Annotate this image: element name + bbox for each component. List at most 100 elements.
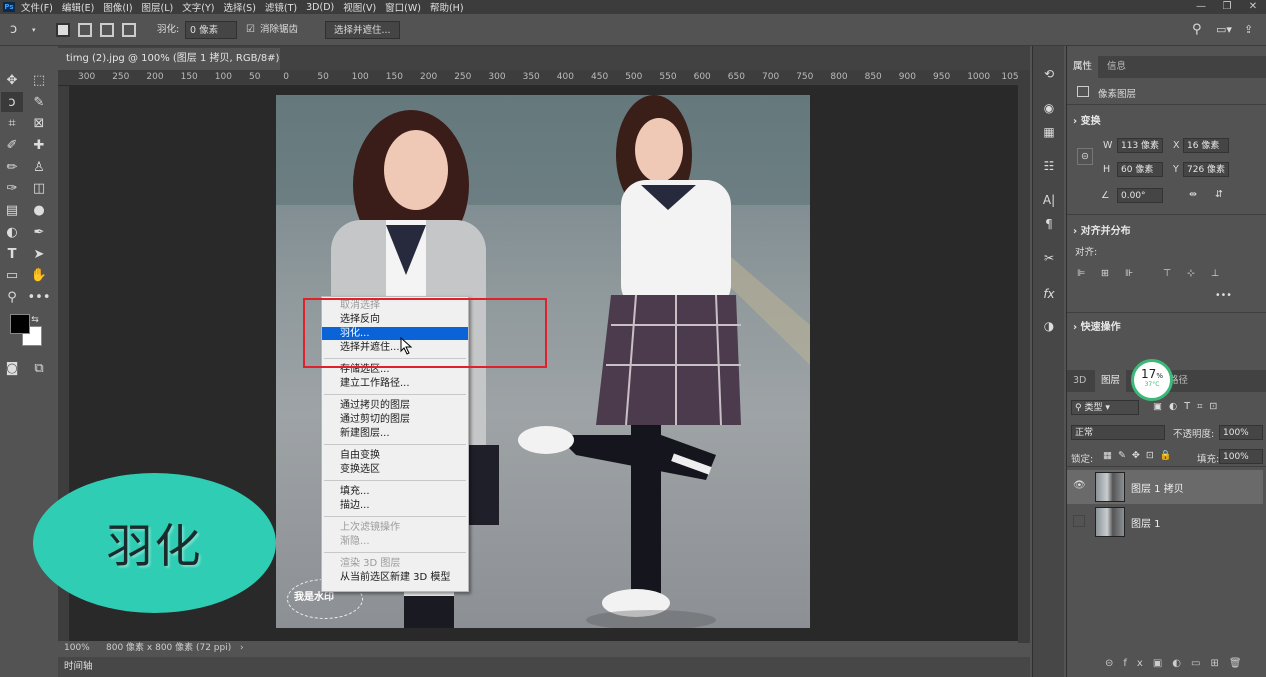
quick-actions-title[interactable]: › 快速操作 [1073,318,1121,333]
quick-mask-icon[interactable]: ◙ [1,358,23,378]
tab-info[interactable]: 信息 [1101,56,1132,78]
dodge-tool-icon[interactable]: ◐ [1,222,23,242]
hand-tool-icon[interactable]: ✋ [28,265,50,285]
document-tab[interactable]: timg (2).jpg @ 100% (图层 1 拷贝, RGB/8#) * … [58,48,280,86]
y-input[interactable]: 726 像素 [1183,162,1229,177]
menu-view[interactable]: 视图(V) [343,0,376,14]
more-options-icon[interactable]: ••• [1215,290,1232,301]
flip-vertical-icon[interactable]: ⇵ [1215,189,1223,200]
context-menu-item[interactable]: 变换选区 [322,463,468,476]
antialias-checkbox[interactable]: ☑ [246,21,255,39]
move-tool-icon[interactable]: ✥ [1,70,23,90]
healing-brush-icon[interactable]: ✚ [28,135,50,155]
menu-edit[interactable]: 编辑(E) [62,0,94,14]
type-tool-icon[interactable]: T [1,244,23,264]
menu-3d[interactable]: 3D(D) [306,2,334,13]
quick-selection-icon[interactable]: ✎ [28,92,50,112]
lasso-tool-icon[interactable]: ↄ [1,92,23,112]
status-arrow-icon[interactable]: › [240,641,244,655]
history-brush-icon[interactable]: ✑ [1,178,23,198]
close-window-button[interactable]: ✕ [1240,0,1266,14]
menu-help[interactable]: 帮助(H) [430,0,464,14]
menu-type[interactable]: 文字(Y) [182,0,214,14]
context-menu-item[interactable]: 通过剪切的图层 [322,413,468,426]
tool-preset-dropdown-icon[interactable]: ▾ [32,21,36,39]
intersect-selection-icon[interactable] [122,23,136,37]
timeline-panel[interactable]: 时间轴 [58,657,1030,677]
path-selection-icon[interactable]: ➤ [28,244,50,264]
link-icon[interactable]: ⊝ [1077,148,1093,165]
gradient-tool-icon[interactable]: ▤ [1,200,23,220]
context-menu-item[interactable]: 新建图层... [322,427,468,440]
more-tools-icon[interactable]: ••• [28,287,51,307]
rectangle-tool-icon[interactable]: ▭ [1,265,23,285]
layers-footer-icons[interactable]: ⊝fx▣◐▭⊞🗑 [1067,658,1266,677]
context-menu-item[interactable]: 建立工作路径... [322,377,468,390]
blur-tool-icon[interactable]: ● [28,200,50,220]
height-input[interactable]: 60 像素 [1117,162,1163,177]
align-top-icon[interactable]: ⊤ [1163,268,1171,279]
character-panel-icon[interactable]: A| [1039,190,1059,210]
restore-button[interactable]: ❐ [1214,0,1240,14]
zoom-level[interactable]: 100% [64,641,90,655]
eyedropper-icon[interactable]: ✐ [1,135,23,155]
opacity-input[interactable]: 100% [1219,425,1263,440]
x-input[interactable]: 16 像素 [1183,138,1229,153]
feather-input[interactable]: 0 像素 [185,21,237,39]
menu-file[interactable]: 文件(F) [21,0,53,14]
align-right-icon[interactable]: ⊪ [1125,268,1133,279]
tab-layers[interactable]: 图层 [1095,370,1127,392]
transform-section-title[interactable]: › 变换 [1073,112,1101,127]
vertical-scrollbar[interactable] [1018,70,1030,643]
context-menu-item[interactable]: 从当前选区新建 3D 模型 [322,571,468,584]
frame-tool-icon[interactable]: ⊠ [28,113,50,133]
lasso-tool-icon[interactable]: ↄ [10,21,17,39]
screen-mode-icon[interactable]: ⧉ [28,358,50,378]
menu-image[interactable]: 图像(I) [103,0,132,14]
workspace-icon[interactable]: ▭▾ [1216,21,1232,39]
align-vcenter-icon[interactable]: ⊹ [1187,268,1195,279]
align-hcenter-icon[interactable]: ⊞ [1101,268,1109,279]
tab-3d[interactable]: 3D [1067,370,1092,392]
visibility-toggle[interactable] [1073,515,1085,527]
lock-icons[interactable]: ▦✎✥⊡🔒 [1103,450,1178,461]
share-icon[interactable]: ⇪ [1244,21,1253,39]
zoom-tool-icon[interactable]: ⚲ [1,287,23,307]
subtract-selection-icon[interactable] [100,23,114,37]
swatches-panel-icon[interactable]: ▦ [1039,122,1059,142]
fill-input[interactable]: 100% [1219,449,1263,464]
pen-tool-icon[interactable]: ✒ [28,222,50,242]
layer-filter-dropdown[interactable]: ⚲ 类型 ▾ [1071,400,1139,415]
layer-row-base[interactable]: 图层 1 [1067,505,1263,539]
angle-input[interactable]: 0.00° [1117,188,1163,203]
menu-layer[interactable]: 图层(L) [142,0,174,14]
align-left-icon[interactable]: ⊫ [1077,268,1085,279]
foreground-color-swatch[interactable] [10,314,30,334]
timeline-tab[interactable]: 时间轴 [64,661,93,672]
paragraph-panel-icon[interactable]: ¶ [1039,214,1059,234]
new-selection-icon[interactable] [56,23,70,37]
marquee-tool-icon[interactable]: ⬚ [28,70,50,90]
select-and-mask-button[interactable]: 选择并遮住... [325,21,400,39]
tab-properties[interactable]: 属性 [1067,56,1099,78]
libraries-panel-icon[interactable]: ☷ [1039,156,1059,176]
eraser-icon[interactable]: ◫ [28,178,50,198]
visibility-eye-icon[interactable]: 👁 [1073,480,1086,492]
clone-stamp-icon[interactable]: ♙ [28,157,50,177]
context-menu-item[interactable]: 通过拷贝的图层 [322,399,468,412]
brush-tool-icon[interactable]: ✏ [1,157,23,177]
search-icon[interactable]: ⚲ [1192,21,1202,39]
swap-colors-icon[interactable]: ⇆ [28,310,42,330]
menu-window[interactable]: 窗口(W) [385,0,421,14]
tools-panel-icon[interactable]: ✂ [1039,248,1059,268]
history-panel-icon[interactable]: ⟲ [1039,64,1059,84]
adjustments-panel-icon[interactable]: ◑ [1039,316,1059,336]
align-bottom-icon[interactable]: ⊥ [1211,268,1219,279]
add-selection-icon[interactable] [78,23,92,37]
flip-horizontal-icon[interactable]: ⇹ [1189,189,1197,200]
context-menu-item[interactable]: 描边... [322,499,468,512]
minimize-button[interactable]: — [1188,0,1214,14]
menu-select[interactable]: 选择(S) [223,0,255,14]
width-input[interactable]: 113 像素 [1117,138,1163,153]
layer-filter-icons[interactable]: ▣◐T⌗⊡ [1153,401,1224,412]
